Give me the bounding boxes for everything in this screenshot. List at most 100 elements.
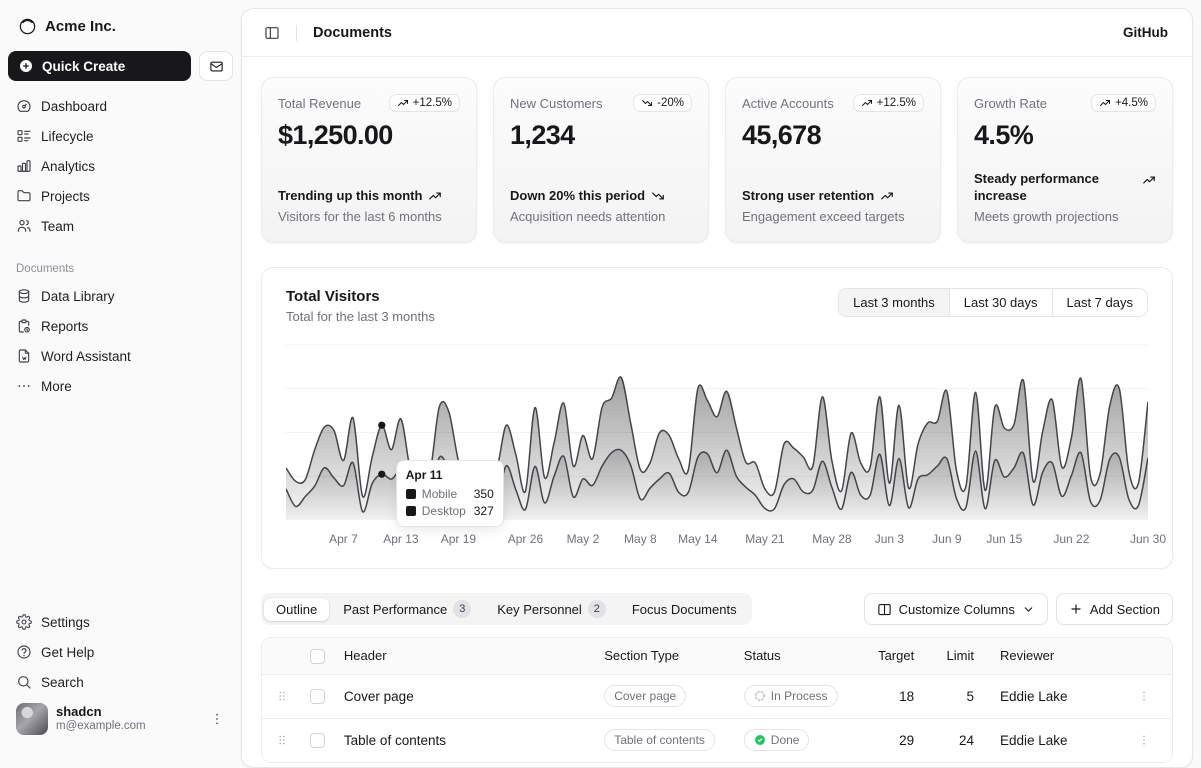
- limit-cell[interactable]: 24: [932, 718, 992, 762]
- visitors-chart-plot[interactable]: Apr 11 Mobile350 Desktop327: [286, 342, 1148, 522]
- user-menu[interactable]: shadcn m@example.com: [8, 697, 233, 741]
- nav-main: Dashboard Lifecycle Analytics Projects T…: [8, 91, 233, 241]
- users-icon: [16, 218, 32, 234]
- chevron-down-icon: [1022, 603, 1035, 616]
- tab-count-badge: 2: [588, 600, 606, 618]
- card-value: 1,234: [510, 120, 692, 151]
- card-value: 45,678: [742, 120, 924, 151]
- reviewer-cell[interactable]: Eddie Lake: [992, 718, 1124, 762]
- sidebar: Acme Inc. Quick Create Dashboard Lifecyc…: [0, 0, 241, 751]
- chart-bar-icon: [16, 158, 32, 174]
- database-icon: [16, 288, 32, 304]
- trending-up-icon: [880, 189, 894, 203]
- select-all-checkbox[interactable]: [310, 649, 325, 664]
- sidebar-item-team[interactable]: Team: [8, 211, 233, 241]
- row-checkbox[interactable]: [310, 689, 325, 704]
- separator: [296, 25, 297, 41]
- sidebar-item-label: Reports: [41, 319, 88, 334]
- dots-vertical-icon[interactable]: [209, 711, 225, 727]
- row-checkbox[interactable]: [310, 733, 325, 748]
- target-cell[interactable]: 18: [870, 674, 932, 718]
- sidebar-item-lifecycle[interactable]: Lifecycle: [8, 121, 233, 151]
- target-cell[interactable]: 29: [870, 718, 932, 762]
- desktop-swatch: [406, 506, 416, 516]
- tab-focus-documents[interactable]: Focus Documents: [620, 598, 749, 621]
- loader-icon: [754, 690, 766, 702]
- sidebar-item-word-assistant[interactable]: Word Assistant: [8, 341, 233, 371]
- sidebar-item-settings[interactable]: Settings: [8, 607, 233, 637]
- range-last-7-days[interactable]: Last 7 days: [1052, 289, 1148, 316]
- sidebar-item-data-library[interactable]: Data Library: [8, 281, 233, 311]
- sidebar-item-more[interactable]: More: [8, 371, 233, 401]
- sidebar-item-reports[interactable]: Reports: [8, 311, 233, 341]
- card-title: Growth Rate: [974, 94, 1047, 111]
- tab-past-performance[interactable]: Past Performance3: [331, 596, 483, 622]
- sidebar-item-projects[interactable]: Projects: [8, 181, 233, 211]
- x-axis-tick: May 8: [624, 532, 657, 546]
- x-axis-tick: May 14: [678, 532, 717, 546]
- range-last-3-months[interactable]: Last 3 months: [839, 289, 949, 316]
- logo-icon: [18, 17, 37, 36]
- list-details-icon: [16, 128, 32, 144]
- trending-down-icon: [641, 97, 653, 109]
- limit-cell[interactable]: 5: [932, 674, 992, 718]
- section-type-badge: Cover page: [604, 685, 686, 707]
- add-section-button[interactable]: Add Section: [1056, 593, 1173, 625]
- sidebar-item-dashboard[interactable]: Dashboard: [8, 91, 233, 121]
- status-badge: In Process: [744, 685, 838, 707]
- card-title: New Customers: [510, 94, 602, 111]
- mail-icon: [209, 59, 224, 74]
- visitors-chart-card: Total Visitors Total for the last 3 mont…: [261, 267, 1173, 569]
- reviewer-cell[interactable]: Eddie Lake: [992, 674, 1124, 718]
- tab-outline[interactable]: Outline: [264, 598, 329, 621]
- sidebar-item-label: Word Assistant: [41, 349, 131, 364]
- github-link[interactable]: GitHub: [1123, 25, 1168, 40]
- sidebar-item-label: Analytics: [41, 159, 95, 174]
- row-menu-icon[interactable]: [1132, 684, 1156, 708]
- sidebar-item-label: Lifecycle: [41, 129, 94, 144]
- sidebar-item-search[interactable]: Search: [8, 667, 233, 697]
- quick-create-button[interactable]: Quick Create: [8, 51, 191, 81]
- user-name: shadcn: [56, 705, 201, 720]
- sidebar-toggle-button[interactable]: [258, 19, 286, 47]
- sidebar-item-label: More: [41, 379, 72, 394]
- sidebar-item-label: Team: [41, 219, 74, 234]
- sidebar-item-label: Dashboard: [41, 99, 107, 114]
- dots-icon: [16, 378, 32, 394]
- table-row: Table of contents Table of contents Done…: [262, 718, 1172, 762]
- help-circle-icon: [16, 644, 32, 660]
- sidebar-item-label: Data Library: [41, 289, 115, 304]
- row-menu-icon[interactable]: [1132, 728, 1156, 752]
- x-axis-tick: Apr 7: [329, 532, 358, 546]
- customize-columns-button[interactable]: Customize Columns: [864, 593, 1048, 625]
- dashboard-icon: [16, 98, 32, 114]
- x-axis-labels: Apr 7Apr 13Apr 19Apr 26May 2May 8May 14M…: [286, 526, 1148, 552]
- stat-cards: Total Revenue +12.5% $1,250.00 Trending …: [261, 77, 1173, 243]
- x-axis-tick: Apr 13: [383, 532, 418, 546]
- brand[interactable]: Acme Inc.: [8, 10, 233, 43]
- tab-key-personnel[interactable]: Key Personnel2: [485, 596, 618, 622]
- tooltip-series-value: 327: [474, 504, 494, 518]
- row-header-cell[interactable]: Table of contents: [336, 718, 596, 762]
- quick-create-label: Quick Create: [42, 59, 125, 74]
- range-last-30-days[interactable]: Last 30 days: [949, 289, 1052, 316]
- trending-up-icon: [428, 189, 442, 203]
- tooltip-dot: [378, 471, 385, 478]
- row-header-cell[interactable]: Cover page: [336, 674, 596, 718]
- tab-count-badge: 3: [453, 600, 471, 618]
- tooltip-date: Apr 11: [406, 468, 494, 482]
- section-type-badge: Table of contents: [604, 729, 715, 751]
- check-circle-icon: [754, 734, 766, 746]
- drag-handle-icon[interactable]: [270, 728, 294, 752]
- drag-handle-icon[interactable]: [270, 684, 294, 708]
- sidebar-item-get-help[interactable]: Get Help: [8, 637, 233, 667]
- card-footer-sub: Engagement exceed targets: [742, 209, 924, 224]
- sidebar-item-label: Get Help: [41, 645, 94, 660]
- page-title: Documents: [313, 25, 392, 41]
- gear-icon: [16, 614, 32, 630]
- trend-badge: -20%: [633, 94, 692, 112]
- tooltip-dot: [378, 422, 385, 429]
- sidebar-item-analytics[interactable]: Analytics: [8, 151, 233, 181]
- inbox-button[interactable]: [199, 51, 233, 81]
- circle-plus-icon: [18, 58, 34, 74]
